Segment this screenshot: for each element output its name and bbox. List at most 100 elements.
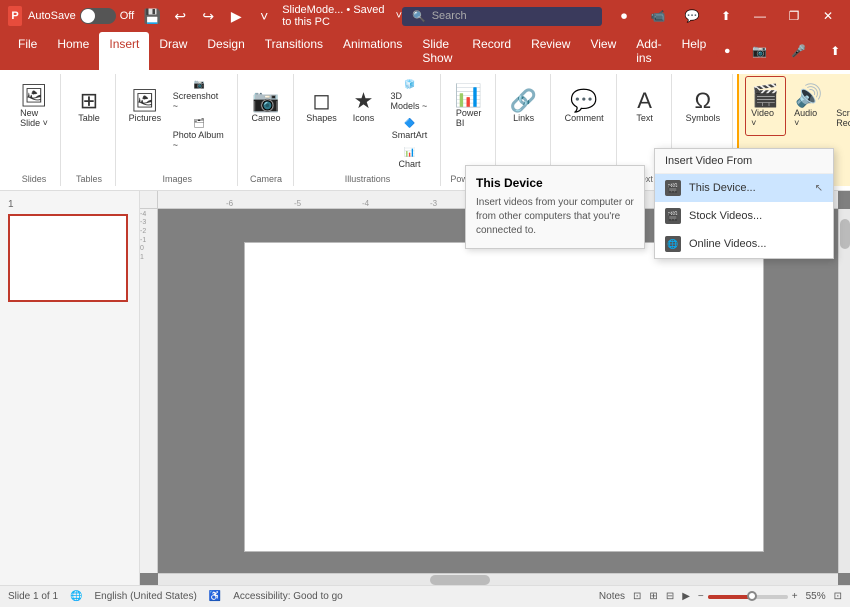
- zoom-out-icon[interactable]: −: [698, 591, 704, 602]
- symbols-label: Symbols: [686, 113, 721, 123]
- slider-track[interactable]: [708, 595, 788, 599]
- screen-recording-button[interactable]: ⏺ ScreenRecording: [831, 76, 850, 136]
- slider-thumb[interactable]: [747, 591, 757, 601]
- threed-models-button[interactable]: 🧊 3D Models ~: [386, 76, 434, 114]
- slider-fill: [708, 595, 752, 599]
- present-button[interactable]: ▶: [224, 4, 248, 28]
- tab-design[interactable]: Design: [197, 32, 254, 70]
- tab-home[interactable]: Home: [47, 32, 99, 70]
- notes-button[interactable]: Notes: [599, 591, 625, 602]
- view-reading-icon[interactable]: ⊟: [666, 591, 674, 602]
- cameo-button[interactable]: 📷 Cameo: [246, 76, 287, 136]
- shapes-button[interactable]: ◻ Shapes: [302, 76, 342, 136]
- close-button[interactable]: ✕: [814, 2, 842, 30]
- zoom-in-icon[interactable]: +: [792, 591, 798, 602]
- share-btn[interactable]: ⬆: [712, 2, 740, 30]
- photo-album-button[interactable]: 🗂 Photo Album ~: [168, 115, 231, 153]
- stock-icon: 🎬: [665, 208, 681, 224]
- customize-button[interactable]: ˅: [252, 4, 276, 28]
- comment-label: Comment: [565, 113, 604, 123]
- symbols-button[interactable]: Ω Symbols: [680, 76, 727, 136]
- smartart-button[interactable]: 🔷 SmartArt: [386, 115, 434, 143]
- view-normal-icon[interactable]: ⊡: [633, 591, 641, 602]
- title-bar: P AutoSave Off 💾 ↩ ↪ ▶ ˅ SlideMode... • …: [0, 0, 850, 32]
- links-icon: 🔗: [510, 90, 537, 112]
- threed-icon: 🧊: [404, 79, 415, 90]
- text-icon: A: [637, 90, 652, 112]
- view-presenter-icon[interactable]: ▶: [682, 591, 690, 602]
- comment-button[interactable]: 💬 Comment: [559, 76, 610, 136]
- autosave-area: AutoSave Off: [28, 8, 134, 24]
- tab-file[interactable]: File: [8, 32, 47, 70]
- tab-insert[interactable]: Insert: [99, 32, 149, 70]
- dropdown-item-online[interactable]: 🌐 Online Videos...: [655, 230, 833, 258]
- powerbi-buttons: 📊 PowerBI: [449, 76, 489, 172]
- chart-button[interactable]: 📊 Chart: [386, 144, 434, 172]
- slide-thumbnail[interactable]: [8, 214, 128, 302]
- audio-label: Audio ˅: [794, 108, 823, 128]
- camera-mode-icon[interactable]: 📷: [742, 39, 777, 63]
- cameo-label: Cameo: [252, 113, 281, 123]
- dropdown-item-stock[interactable]: 🎬 Stock Videos...: [655, 202, 833, 230]
- fit-slide-icon[interactable]: ⊡: [834, 591, 842, 602]
- illustrations-col: 🧊 3D Models ~ 🔷 SmartArt 📊 Chart: [386, 76, 434, 172]
- restore-button[interactable]: ❐: [780, 2, 808, 30]
- record-mode-icon[interactable]: ⏺: [716, 40, 738, 62]
- undo-button[interactable]: ↩: [168, 4, 192, 28]
- links-button[interactable]: 🔗 Links: [504, 76, 544, 136]
- tooltip-text: Insert videos from your computer or from…: [476, 196, 634, 238]
- record-icon[interactable]: ⏺: [610, 2, 638, 30]
- powerbi-button[interactable]: 📊 PowerBI: [449, 76, 489, 136]
- mic-icon[interactable]: 🎤: [781, 39, 816, 63]
- icons-button[interactable]: ★ Icons: [344, 76, 384, 136]
- new-slide-button[interactable]: 🖼 NewSlide ˅: [14, 76, 54, 136]
- pictures-button[interactable]: 🖼 Pictures: [124, 76, 166, 136]
- new-slide-icon: 🖼: [20, 85, 48, 107]
- slide-canvas[interactable]: [244, 242, 764, 552]
- screenshot-icon: 📷: [193, 79, 204, 90]
- powerbi-label: PowerBI: [456, 108, 482, 128]
- tooltip-popup: This Device Insert videos from your comp…: [465, 165, 645, 249]
- dropdown-item-device[interactable]: 🎬 This Device... ↖: [655, 174, 833, 202]
- smartart-label: SmartArt: [392, 130, 428, 140]
- online-icon: 🌐: [665, 236, 681, 252]
- screenshot-button[interactable]: 📷 Screenshot ~: [168, 76, 231, 114]
- tables-group: ⊞ Table Tables: [63, 74, 116, 186]
- tab-transitions[interactable]: Transitions: [255, 32, 333, 70]
- search-box[interactable]: 🔍 Search: [402, 7, 602, 26]
- autosave-state: Off: [120, 10, 134, 22]
- window-controls: ⏺ 📹 💬 ⬆ — ❐ ✕: [610, 2, 842, 30]
- office-logo: P: [8, 6, 22, 26]
- video-button[interactable]: 🎬 Video ˅: [745, 76, 786, 136]
- tab-draw[interactable]: Draw: [149, 32, 197, 70]
- cameo-icon: 📷: [252, 90, 279, 112]
- zoom-level[interactable]: 55%: [806, 591, 826, 602]
- minimize-button[interactable]: —: [746, 2, 774, 30]
- tab-animations[interactable]: Animations: [333, 32, 412, 70]
- chat-btn[interactable]: 💬: [678, 2, 706, 30]
- share-mode-icon[interactable]: ⬆: [820, 39, 850, 63]
- horizontal-scrollbar[interactable]: [158, 573, 838, 585]
- zoom-slider[interactable]: − +: [698, 591, 798, 602]
- view-slide-sorter-icon[interactable]: ⊞: [649, 591, 657, 602]
- redo-button[interactable]: ↪: [196, 4, 220, 28]
- tab-addins[interactable]: Add-ins: [626, 32, 671, 70]
- save-button[interactable]: 💾: [140, 4, 164, 28]
- video-btn[interactable]: 📹: [644, 2, 672, 30]
- table-button[interactable]: ⊞ Table: [69, 76, 109, 136]
- tab-slideshow[interactable]: Slide Show: [412, 32, 462, 70]
- text-button[interactable]: A Text: [625, 76, 665, 136]
- ribbon-tab-bar: File Home Insert Draw Design Transitions…: [0, 32, 850, 70]
- status-bar: Slide 1 of 1 🌐 English (United States) ♿…: [0, 585, 850, 607]
- autosave-toggle[interactable]: [80, 8, 116, 24]
- tab-record[interactable]: Record: [462, 32, 521, 70]
- tooltip-title: This Device: [476, 176, 634, 190]
- tab-review[interactable]: Review: [521, 32, 580, 70]
- language-indicator: 🌐: [70, 591, 82, 602]
- vertical-scrollbar[interactable]: [838, 209, 850, 573]
- comments-buttons: 💬 Comment: [559, 76, 610, 172]
- tab-help[interactable]: Help: [672, 32, 717, 70]
- audio-button[interactable]: 🔊 Audio ˅: [788, 76, 829, 136]
- shapes-label: Shapes: [306, 113, 337, 123]
- tab-view[interactable]: View: [580, 32, 626, 70]
